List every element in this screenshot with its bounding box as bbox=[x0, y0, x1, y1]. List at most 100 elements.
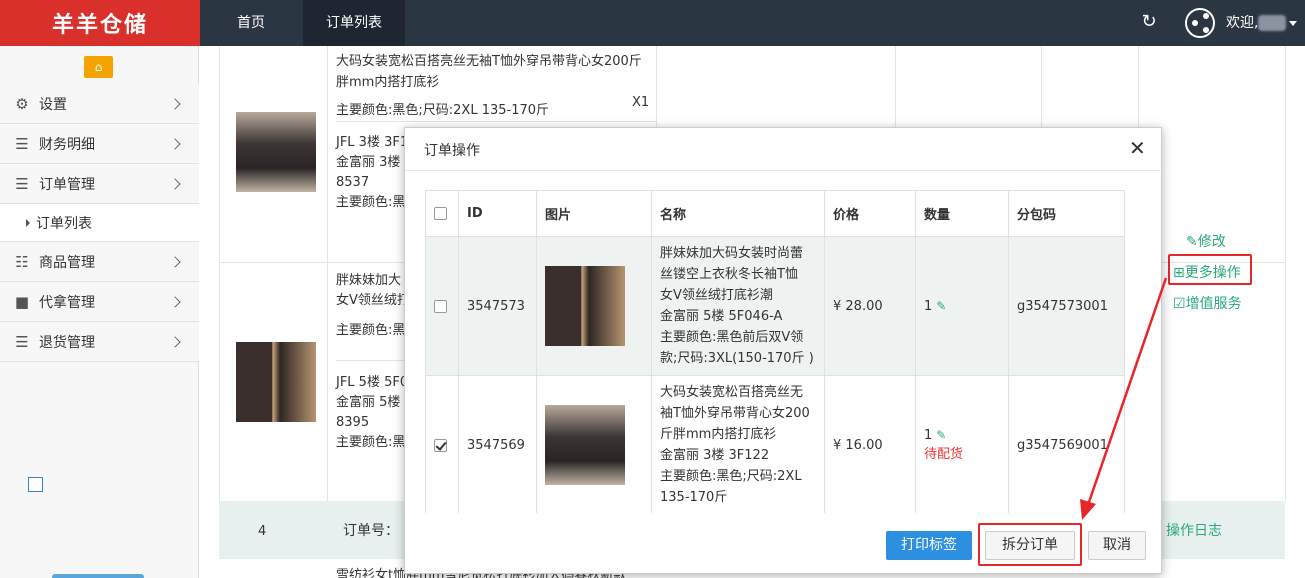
product-location: 金富丽 3楼 bbox=[336, 155, 401, 170]
status-badge: 待配货 bbox=[924, 447, 964, 462]
annotation-box-more-actions bbox=[1168, 254, 1252, 285]
sidebar-item-products[interactable]: ☷ 商品管理 bbox=[0, 242, 199, 282]
print-label-button[interactable]: 打印标签 bbox=[886, 531, 972, 560]
table-row: 3547573 胖妹妹加大码女装时尚蕾 丝镂空上衣秋冬长袖T恤 女V领丝绒打底衫… bbox=[425, 236, 1125, 376]
edit-icon[interactable]: ✎ bbox=[936, 299, 946, 313]
item-price: ¥ 28.00 bbox=[824, 236, 916, 376]
product-spec: 主要颜色:黑色;尺码:2XL 135-170斤 bbox=[336, 103, 550, 118]
value-added-link[interactable]: ☑增值服务 bbox=[1173, 293, 1242, 313]
edit-icon[interactable]: ✎ bbox=[936, 428, 946, 442]
item-code: g3547569001 bbox=[1008, 375, 1125, 513]
column-header: ID bbox=[458, 190, 537, 237]
home-icon[interactable]: ⌂ bbox=[84, 56, 113, 78]
item-name-line: 袖T恤外穿吊带背心女200 bbox=[660, 406, 810, 421]
divider bbox=[336, 121, 656, 122]
chevron-right-icon bbox=[169, 97, 181, 110]
select-all-checkbox[interactable] bbox=[434, 207, 447, 220]
item-name-line: 主要颜色:黑色前后双V领 bbox=[660, 330, 804, 345]
item-qty: 1 bbox=[924, 428, 933, 443]
item-code: g3547573001 bbox=[1008, 236, 1125, 376]
sidebar-item-settings[interactable]: ⚙ 设置 bbox=[0, 84, 199, 124]
row-checkbox[interactable] bbox=[434, 299, 447, 313]
item-name-line: 主要颜色:黑色;尺码:2XL bbox=[660, 469, 802, 484]
refresh-icon[interactable]: ↻ bbox=[1139, 12, 1159, 32]
divider bbox=[327, 46, 328, 501]
sidebar-item-label: 代拿管理 bbox=[39, 294, 95, 311]
menu-icon: ☰ bbox=[15, 174, 29, 193]
table-header-row: ID 图片 名称 价格 数量 分包码 bbox=[425, 190, 1125, 237]
sidebar-subitem-label: 订单列表 bbox=[36, 215, 92, 232]
sidebar-item-pickup[interactable]: ■ 代拿管理 bbox=[0, 282, 199, 322]
product-location: 8395 bbox=[336, 415, 370, 430]
column-header: 名称 bbox=[651, 190, 825, 237]
item-name-line: 斤胖mm内搭打底衫 bbox=[660, 427, 777, 442]
avatar[interactable] bbox=[1185, 8, 1215, 38]
chevron-right-icon bbox=[169, 137, 181, 150]
product-spec: 主要颜色:黑 bbox=[336, 435, 406, 450]
caret-right-icon bbox=[26, 218, 30, 227]
column-header: 价格 bbox=[824, 190, 916, 237]
product-qty: X1 bbox=[632, 95, 650, 110]
order-index: 4 bbox=[258, 524, 267, 539]
product-location: 金富丽 5楼 bbox=[336, 395, 401, 410]
value-added-label: 增值服务 bbox=[1185, 296, 1242, 312]
edit-icon: ✎ bbox=[1186, 234, 1198, 250]
order-operation-dialog: 订单操作 ✕ ID 图片 名称 价格 数量 分包码 3547573 胖妹妹加大码… bbox=[404, 127, 1163, 574]
item-name-line: 胖妹妹加大码女装时尚蕾 bbox=[660, 246, 804, 261]
operation-log-link[interactable]: 操作日志 bbox=[1166, 520, 1222, 540]
top-bar: 羊羊仓储 首页 订单列表 ↻ 欢迎, bbox=[0, 0, 1305, 46]
sidebar-item-label: 退货管理 bbox=[39, 334, 95, 351]
product-spec: 主要颜色:黑 bbox=[336, 195, 406, 210]
item-name-line: 女V领丝绒打底衫潮 bbox=[660, 288, 773, 303]
sidebar-bottom-widget[interactable] bbox=[52, 574, 144, 578]
item-qty-cell: 1 ✎ 待配货 bbox=[915, 375, 1009, 513]
nav-home[interactable]: 首页 bbox=[200, 0, 302, 46]
item-qty: 1 bbox=[924, 298, 933, 314]
gear-icon: ⚙ bbox=[15, 94, 29, 113]
table-row: 3547569 大码女装宽松百搭亮丝无 袖T恤外穿吊带背心女200 斤胖mm内搭… bbox=[425, 375, 1125, 513]
logo[interactable]: 羊羊仓储 bbox=[0, 0, 200, 46]
product-name: 胖妹妹加大 bbox=[336, 273, 402, 288]
sidebar-subitem-order-list[interactable]: 订单列表 bbox=[0, 204, 199, 242]
item-name-line: 金富丽 3楼 3F122 bbox=[660, 448, 770, 463]
item-name-line: 135-170斤 bbox=[660, 490, 728, 505]
sidebar-item-label: 订单管理 bbox=[39, 176, 95, 193]
order-checkbox[interactable] bbox=[28, 477, 43, 492]
product-image bbox=[236, 112, 316, 192]
column-header: 数量 bbox=[915, 190, 1009, 237]
item-name: 胖妹妹加大码女装时尚蕾 丝镂空上衣秋冬长袖T恤 女V领丝绒打底衫潮 金富丽 5楼… bbox=[660, 237, 816, 375]
list-icon: ☷ bbox=[15, 252, 29, 271]
item-id: 3547573 bbox=[458, 236, 537, 376]
item-name: 大码女装宽松百搭亮丝无 袖T恤外穿吊带背心女200 斤胖mm内搭打底衫 金富丽 … bbox=[660, 376, 816, 513]
welcome-menu[interactable]: 欢迎, bbox=[1226, 0, 1298, 46]
product-image bbox=[545, 266, 625, 346]
close-icon[interactable]: ✕ bbox=[1129, 138, 1146, 158]
items-table-wrapper: ID 图片 名称 价格 数量 分包码 3547573 胖妹妹加大码女装时尚蕾 丝… bbox=[425, 188, 1147, 513]
sidebar: ⌂ ⚙ 设置 ☰ 财务明细 ☰ 订单管理 订单列表 ☷ 商品管理 ■ 代拿管理 … bbox=[0, 46, 199, 578]
menu-icon: ☰ bbox=[15, 134, 29, 153]
nav-order-list[interactable]: 订单列表 bbox=[303, 0, 405, 46]
check-square-icon: ☑ bbox=[1173, 296, 1186, 312]
item-name-line: 款;尺码:3XL(150-170斤 ) bbox=[660, 351, 814, 366]
sidebar-item-finance[interactable]: ☰ 财务明细 bbox=[0, 124, 199, 164]
product-spec: 主要颜色:黑 bbox=[336, 323, 406, 338]
dialog-title: 订单操作 bbox=[424, 143, 480, 159]
annotation-box-split-order bbox=[978, 523, 1082, 566]
welcome-text: 欢迎, bbox=[1226, 15, 1259, 31]
sidebar-item-label: 设置 bbox=[39, 96, 67, 113]
items-table: ID 图片 名称 价格 数量 分包码 3547573 胖妹妹加大码女装时尚蕾 丝… bbox=[425, 190, 1125, 513]
item-name-line: 大码女装宽松百搭亮丝无 bbox=[660, 385, 804, 400]
sidebar-item-orders[interactable]: ☰ 订单管理 bbox=[0, 164, 199, 204]
row-checkbox[interactable] bbox=[434, 438, 447, 452]
order-number-label: 订单号： bbox=[343, 523, 399, 539]
chevron-right-icon bbox=[169, 255, 181, 268]
column-header: 分包码 bbox=[1008, 190, 1125, 237]
item-qty-cell: 1 ✎ bbox=[915, 236, 1009, 376]
modify-link[interactable]: ✎修改 bbox=[1186, 231, 1226, 251]
cancel-button[interactable]: 取消 bbox=[1088, 531, 1146, 560]
item-name-line: 丝镂空上衣秋冬长袖T恤 bbox=[660, 267, 798, 282]
chevron-right-icon bbox=[169, 177, 181, 190]
sidebar-item-returns[interactable]: ☰ 退货管理 bbox=[0, 322, 199, 362]
menu-icon: ☰ bbox=[15, 332, 29, 351]
product-image bbox=[545, 405, 625, 485]
